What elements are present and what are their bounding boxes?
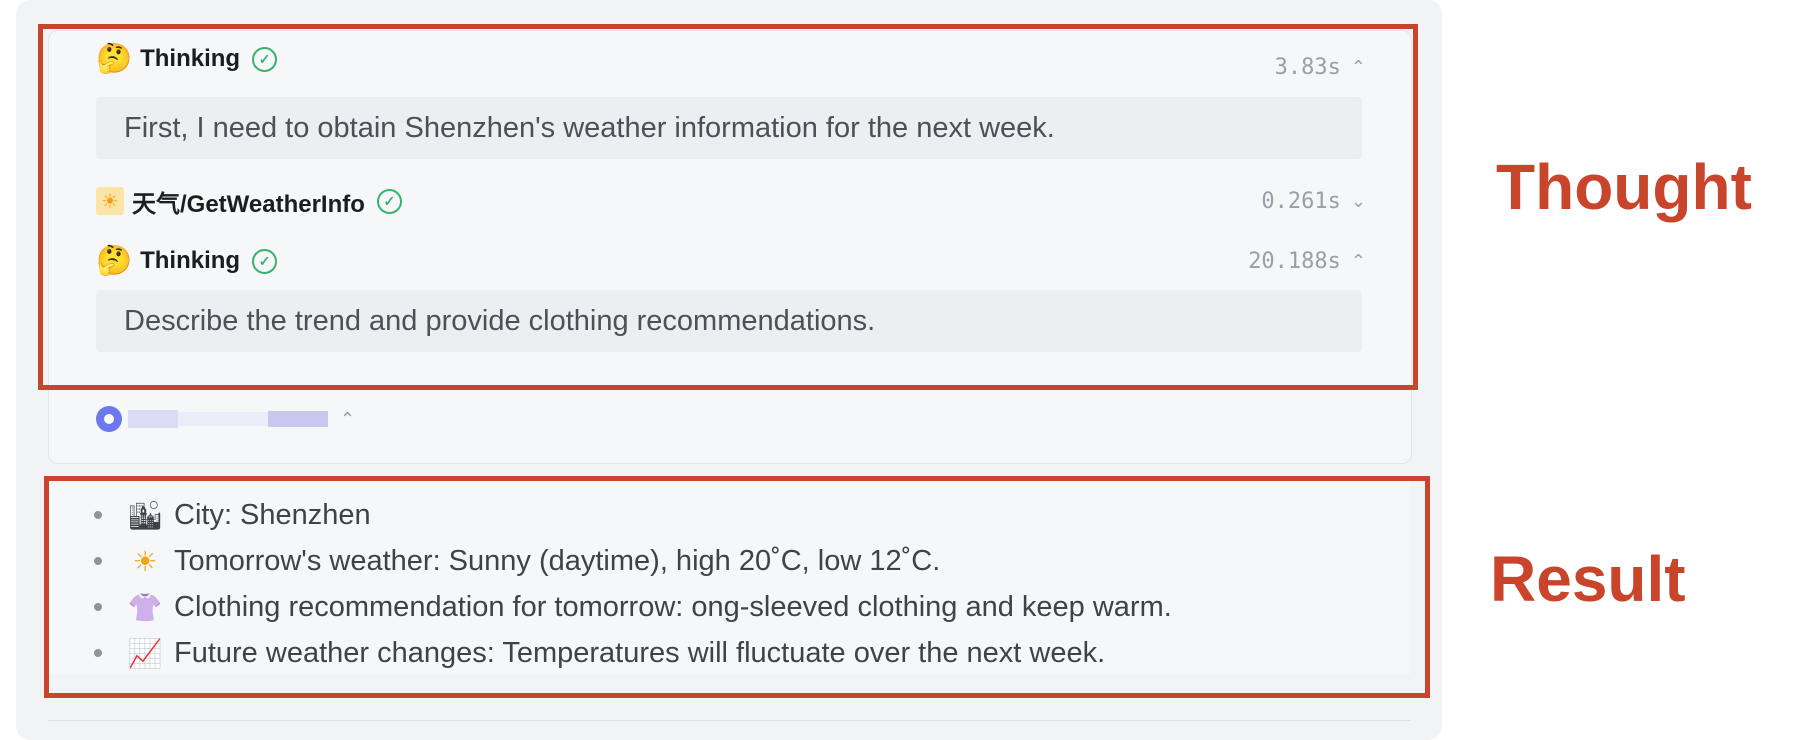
result-label: Result bbox=[1490, 543, 1686, 615]
step-header-tool[interactable]: ☀ 天气/GetWeatherInfo ✓ bbox=[96, 184, 402, 218]
step-content-thinking-1: First, I need to obtain Shenzhen's weath… bbox=[96, 97, 1362, 159]
duration-text: 0.261s bbox=[1261, 188, 1341, 214]
blurred-agent-name bbox=[268, 411, 328, 427]
chart-increasing-icon: 📈 bbox=[127, 637, 163, 669]
list-item: 📈 Future weather changes: Temperatures w… bbox=[60, 630, 1172, 676]
bullet bbox=[94, 603, 102, 611]
chevron-up-icon[interactable]: ⌃ bbox=[1351, 57, 1366, 78]
step-header-thinking-1[interactable]: 🤔 Thinking ✓ bbox=[96, 42, 278, 76]
list-item-text: Tomorrow's weather: Sunny (daytime), hig… bbox=[174, 544, 941, 577]
step-title: Thinking bbox=[140, 45, 241, 72]
chevron-up-icon[interactable]: ⌃ bbox=[340, 409, 355, 430]
bullet bbox=[94, 511, 102, 519]
blurred-agent-name bbox=[128, 410, 178, 428]
sun-icon: ☀ bbox=[132, 545, 158, 577]
bullet bbox=[94, 557, 102, 565]
city-icon: 🏙 bbox=[127, 499, 163, 531]
step-content-thinking-2: Describe the trend and provide clothing … bbox=[96, 290, 1362, 352]
bullet bbox=[94, 649, 102, 657]
step-title: 天气/GetWeatherInfo bbox=[132, 190, 365, 218]
agent-logo-icon bbox=[96, 406, 122, 432]
check-circle-icon: ✓ bbox=[252, 248, 278, 274]
agent-toggle[interactable]: ⌃ bbox=[96, 402, 355, 436]
check-circle-icon: ✓ bbox=[252, 46, 278, 72]
blurred-agent-name bbox=[178, 412, 268, 426]
check-circle-icon: ✓ bbox=[376, 188, 402, 214]
list-item: 🏙 City: Shenzhen bbox=[60, 492, 1172, 538]
list-item-text: City: Shenzhen bbox=[174, 498, 371, 531]
list-item-text: Future weather changes: Temperatures wil… bbox=[174, 636, 1106, 669]
duration-text: 3.83s bbox=[1274, 54, 1341, 80]
chevron-down-icon[interactable]: ⌄ bbox=[1351, 191, 1366, 212]
divider bbox=[48, 720, 1410, 721]
sun-icon: ☀ bbox=[96, 187, 124, 215]
step-header-thinking-2[interactable]: 🤔 Thinking ✓ bbox=[96, 244, 278, 278]
list-item: ☀ Tomorrow's weather: Sunny (daytime), h… bbox=[60, 538, 1172, 584]
step-title: Thinking bbox=[140, 247, 241, 274]
list-item: 👚 Clothing recommendation for tomorrow: … bbox=[60, 584, 1172, 630]
result-list: 🏙 City: Shenzhen ☀ Tomorrow's weather: S… bbox=[60, 492, 1172, 676]
thought-label: Thought bbox=[1496, 151, 1752, 223]
step-duration[interactable]: 0.261s ⌄ bbox=[1261, 184, 1366, 218]
list-item-text: Clothing recommendation for tomorrow: on… bbox=[174, 590, 1172, 623]
chevron-up-icon[interactable]: ⌃ bbox=[1351, 251, 1366, 272]
step-duration[interactable]: 3.83s ⌃ bbox=[1275, 50, 1366, 84]
duration-text: 20.188s bbox=[1248, 248, 1341, 274]
thinking-face-icon: 🤔 bbox=[96, 42, 133, 75]
thinking-face-icon: 🤔 bbox=[96, 244, 133, 277]
step-duration[interactable]: 20.188s ⌃ bbox=[1248, 244, 1366, 278]
shirt-icon: 👚 bbox=[127, 591, 163, 623]
